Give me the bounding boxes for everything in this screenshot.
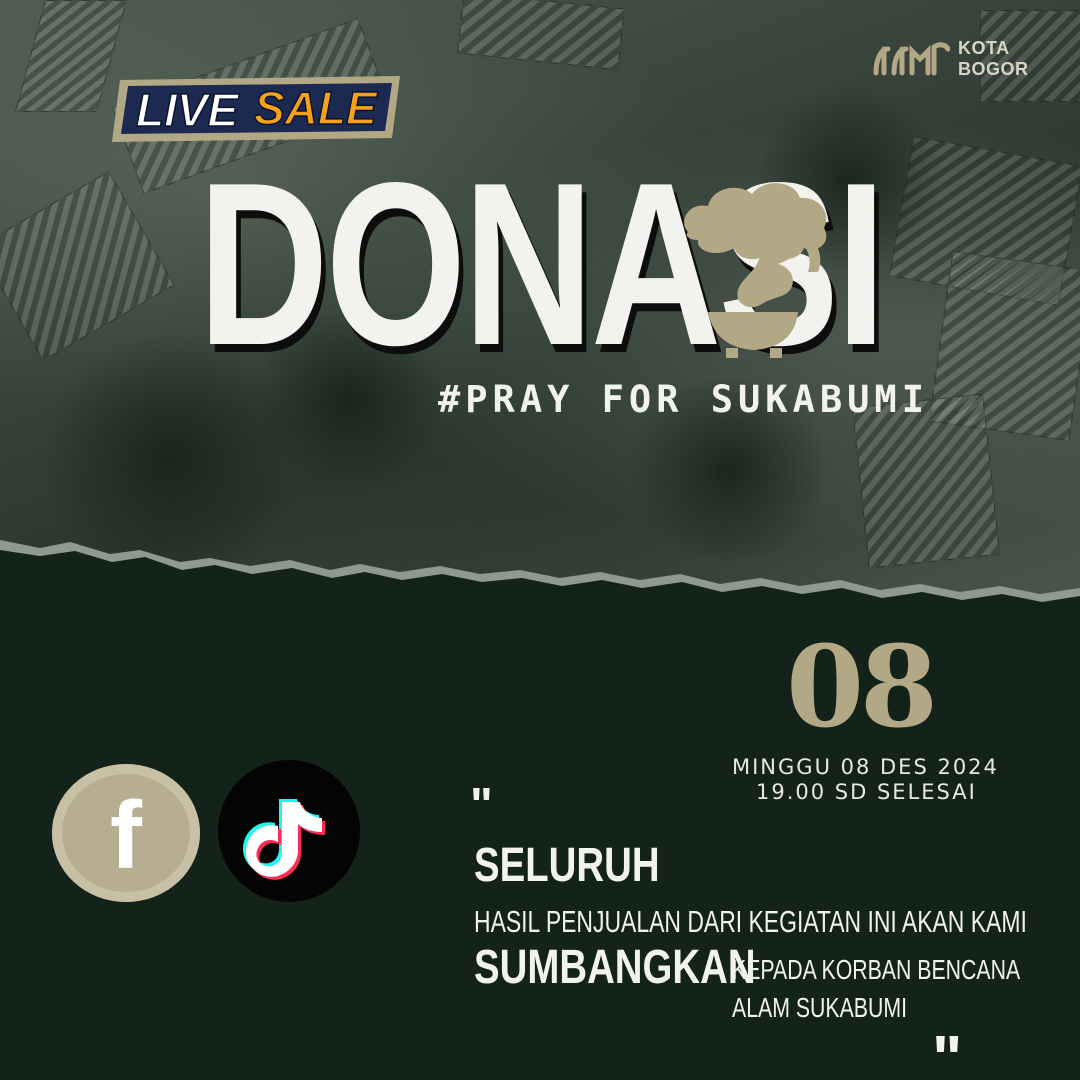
badge-word-sale: SALE: [254, 82, 378, 134]
message-emphasis-1: SELURUH: [474, 839, 660, 892]
message-line-3: ALAM SUKABUMI: [732, 992, 908, 1023]
bonsai-icon: [684, 183, 827, 358]
message-emphasis-2: SUMBANGKAN: [474, 941, 756, 994]
facebook-icon[interactable]: f: [52, 764, 200, 902]
event-day: 08: [786, 622, 938, 753]
logo-icon: [873, 42, 950, 76]
event-time: 19.00 SD SELESAI: [756, 780, 977, 804]
message-line-1: HASIL PENJUALAN DARI KEGIATAN INI AKAN K…: [474, 904, 1027, 939]
quote-close: ": [932, 1022, 963, 1080]
tiktok-icon[interactable]: [218, 760, 360, 902]
hashtag: #PRAY FOR SUKABUMI: [438, 378, 929, 421]
poster: KOTA BOGOR LIVE SALE DONASI #PRAY FOR SU…: [0, 0, 1080, 1080]
quote-open: ": [470, 779, 493, 832]
kota-bogor-logo: KOTA BOGOR: [872, 38, 1029, 80]
event-date: MINGGU 08 DES 2024: [732, 755, 999, 779]
facebook-letter: f: [110, 782, 142, 889]
logo-line2: BOGOR: [958, 59, 1029, 79]
torn-paper-edge: [0, 540, 1080, 630]
message-line-2: KEPADA KORBAN BENCANA: [732, 954, 1021, 985]
logo-line1: KOTA: [958, 38, 1010, 58]
badge-word-live: LIVE: [136, 84, 240, 136]
